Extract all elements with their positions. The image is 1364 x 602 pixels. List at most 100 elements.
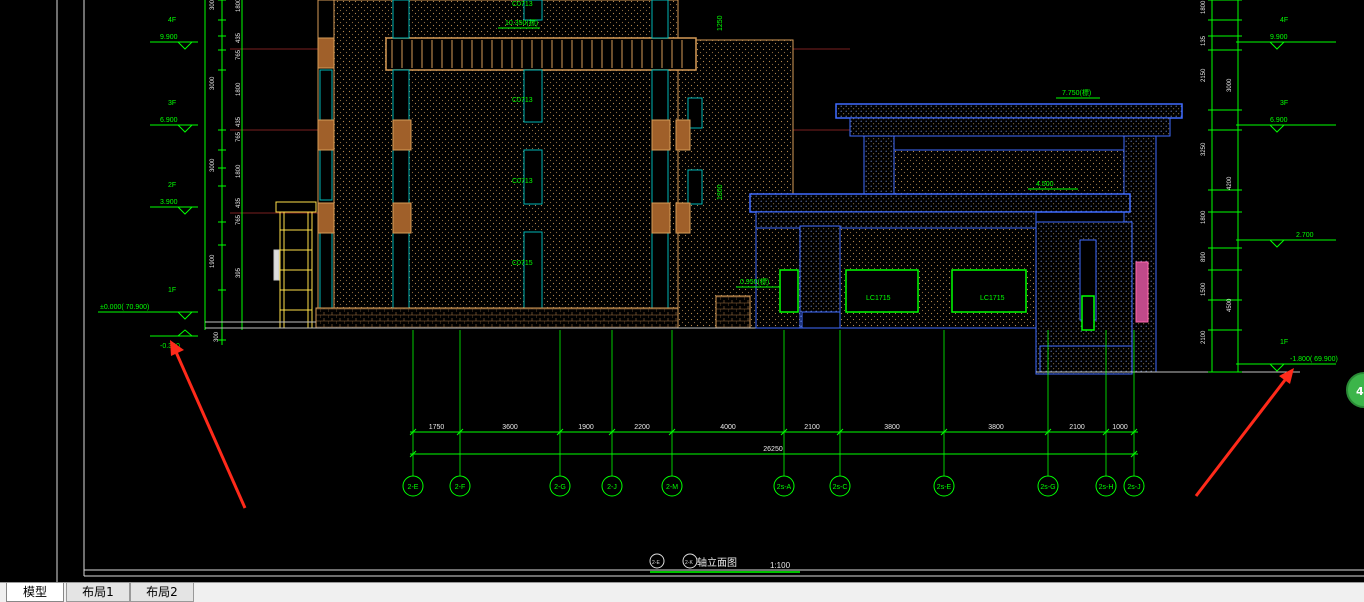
right-floor-label: 1F: [1280, 339, 1288, 346]
axis-label: 2-F: [455, 484, 466, 491]
cad-viewport[interactable]: 4F 9.900 3F 6.900 2F 3.900 1F ±0.000( 70.900) -0…: [0, 0, 1364, 602]
right-level-triangle: [1268, 124, 1286, 133]
left-dim-text: 765: [236, 49, 242, 60]
left-floor-label: 4F: [168, 17, 176, 24]
axis-label: 2-J: [607, 484, 617, 491]
grid-axes: 2-E 2-F 2-G 2-J 2-M 2s-A 2s-C 2s-E 2s-G 2s-H 2s-J 1…: [402, 330, 1145, 497]
left-floor-label: 2F: [168, 182, 176, 189]
drawing-title-block: 2-E 2-K 轴立面图 1:100: [649, 553, 800, 573]
axis-dim-text: 2100: [1069, 424, 1085, 431]
left-dim-text: 765: [236, 214, 242, 225]
title-from-axis: 2-E: [652, 560, 660, 566]
left-floor-label: 3F: [168, 100, 176, 107]
right-level-triangle: [1268, 363, 1286, 372]
left-elevation-label: 9.900: [160, 34, 178, 41]
window-label-4: C0715: [512, 260, 533, 267]
tab-layout-2[interactable]: 布局2: [130, 583, 194, 602]
left-level-triangle: [176, 124, 194, 133]
left-dim-text: 1900: [210, 254, 216, 268]
right-dimension-chain: 1800 135 2150 3000 3250 4200 1800 890 1500 4500 21…: [1201, 0, 1242, 373]
axis-label: 2s-G: [1040, 484, 1055, 491]
axis-dim-text: 3800: [988, 424, 1004, 431]
left-dim-text: 1800: [236, 82, 242, 96]
arrow-right-head: [1279, 368, 1294, 384]
title-to-axis: 2-K: [685, 560, 693, 566]
right-dim-text: 2150: [1201, 68, 1207, 82]
axis-dim-text: 1750: [429, 424, 445, 431]
right-dim-text: 3000: [1227, 78, 1233, 92]
left-elevation-label: ±0.000( 70.900): [100, 304, 149, 311]
right-floor-label: 3F: [1280, 100, 1288, 107]
right-elevation-label: 9.900: [1270, 34, 1288, 41]
right-dim-text: 1500: [1201, 282, 1207, 296]
tab-layout-1[interactable]: 布局1: [66, 583, 130, 602]
right-dim-text: 1800: [1201, 0, 1207, 14]
axis-label: 2s-H: [1099, 484, 1114, 491]
annex-low-elev: 0.950(標): [740, 277, 769, 286]
right-dim-text: 2100: [1201, 330, 1207, 344]
right-level-markers: 4F 9.900 3F 6.900 2.700 1F -1.800( 69.900): [1236, 17, 1338, 372]
right-elevation-label: 6.900: [1270, 117, 1288, 124]
axis-label: 2-G: [554, 484, 566, 491]
window-label-2: C0713: [512, 97, 533, 104]
left-dim-text: 1800: [236, 164, 242, 178]
left-floor-label: 1F: [168, 287, 176, 294]
axis-label: 2-E: [408, 484, 419, 491]
axis-dim-text: 4000: [720, 424, 736, 431]
axis-label: 2-M: [666, 484, 678, 491]
tag-top-label: 10.350(標): [505, 18, 538, 27]
left-level-triangle: [176, 206, 194, 215]
right-dim-text: 1800: [1201, 210, 1207, 224]
left-level-triangle: [176, 41, 194, 50]
left-dim-text: 1800: [236, 0, 242, 12]
left-dim-text: 3000: [210, 158, 216, 172]
left-dim-text: 300: [214, 331, 220, 342]
right-dim-text: 890: [1201, 251, 1207, 262]
drawing-title: 轴立面图: [697, 556, 737, 569]
right-floor-label: 4F: [1280, 17, 1288, 24]
left-level-triangle: [176, 311, 194, 320]
left-dim-text: 435: [236, 116, 242, 127]
axis-dim-text: 1900: [578, 424, 594, 431]
left-dim-text: 3000: [210, 76, 216, 90]
axis-label: 2s-E: [937, 484, 952, 491]
right-dim-text: 4500: [1227, 298, 1233, 312]
tag-right-label: 1250: [717, 15, 724, 31]
annex-top-elev: 7.750(標): [1062, 88, 1091, 97]
axis-label: 2s-C: [833, 484, 848, 491]
axis-dim-text: 3800: [884, 424, 900, 431]
window-label-1: C0713: [512, 1, 533, 8]
axis-dim-text: 3600: [502, 424, 518, 431]
annex-mid-elev: 4.500: [1036, 181, 1054, 188]
main-building-elevation: [315, 0, 794, 329]
left-dim-text: 435: [236, 197, 242, 208]
left-dimension-chain: 3000 1800 435 765 3000 1800 435 765 3000 1800 435 7…: [204, 0, 243, 345]
left-dim-text: 435: [236, 32, 242, 43]
annex-building-elevation: [749, 103, 1300, 375]
right-dim-text: 3250: [1201, 142, 1207, 156]
left-dim-text: 765: [236, 131, 242, 142]
right-dim-text: 4200: [1227, 176, 1233, 190]
tag-mid-right-label: 1800: [717, 184, 724, 200]
left-elevation-label: 3.900: [160, 199, 178, 206]
left-elevation-label: 6.900: [160, 117, 178, 124]
drawing-scale: 1:100: [770, 561, 791, 570]
right-elevation-label: -1.800( 69.900): [1290, 356, 1338, 363]
axis-dim-text: 1000: [1112, 424, 1128, 431]
left-dim-text: 395: [236, 267, 242, 278]
axis-label: 2s-A: [777, 484, 792, 491]
axis-dim-text: 2100: [804, 424, 820, 431]
window-label-3: C0713: [512, 178, 533, 185]
right-elevation-label: 2.700: [1296, 232, 1314, 239]
tab-model[interactable]: 模型: [6, 583, 64, 602]
layout-tab-bar: 模型 布局1 布局2: [0, 582, 1364, 602]
cad-drawing-canvas[interactable]: 4F9.9003F6.9002F3.9001F±0.000( 70.900)-0…: [0, 0, 1364, 582]
right-level-triangle: [1268, 41, 1286, 50]
left-level-markers: 4F9.9003F6.9002F3.9001F±0.000( 70.900)-0…: [98, 17, 198, 350]
right-level-triangle: [1268, 239, 1286, 248]
left-dim-text: 3000: [210, 0, 216, 10]
axis-total-dim: 26250: [763, 446, 783, 453]
axis-label: 2s-J: [1127, 484, 1140, 491]
annex-window-label-1: LC1715: [866, 295, 891, 302]
axis-dim-text: 2200: [634, 424, 650, 431]
